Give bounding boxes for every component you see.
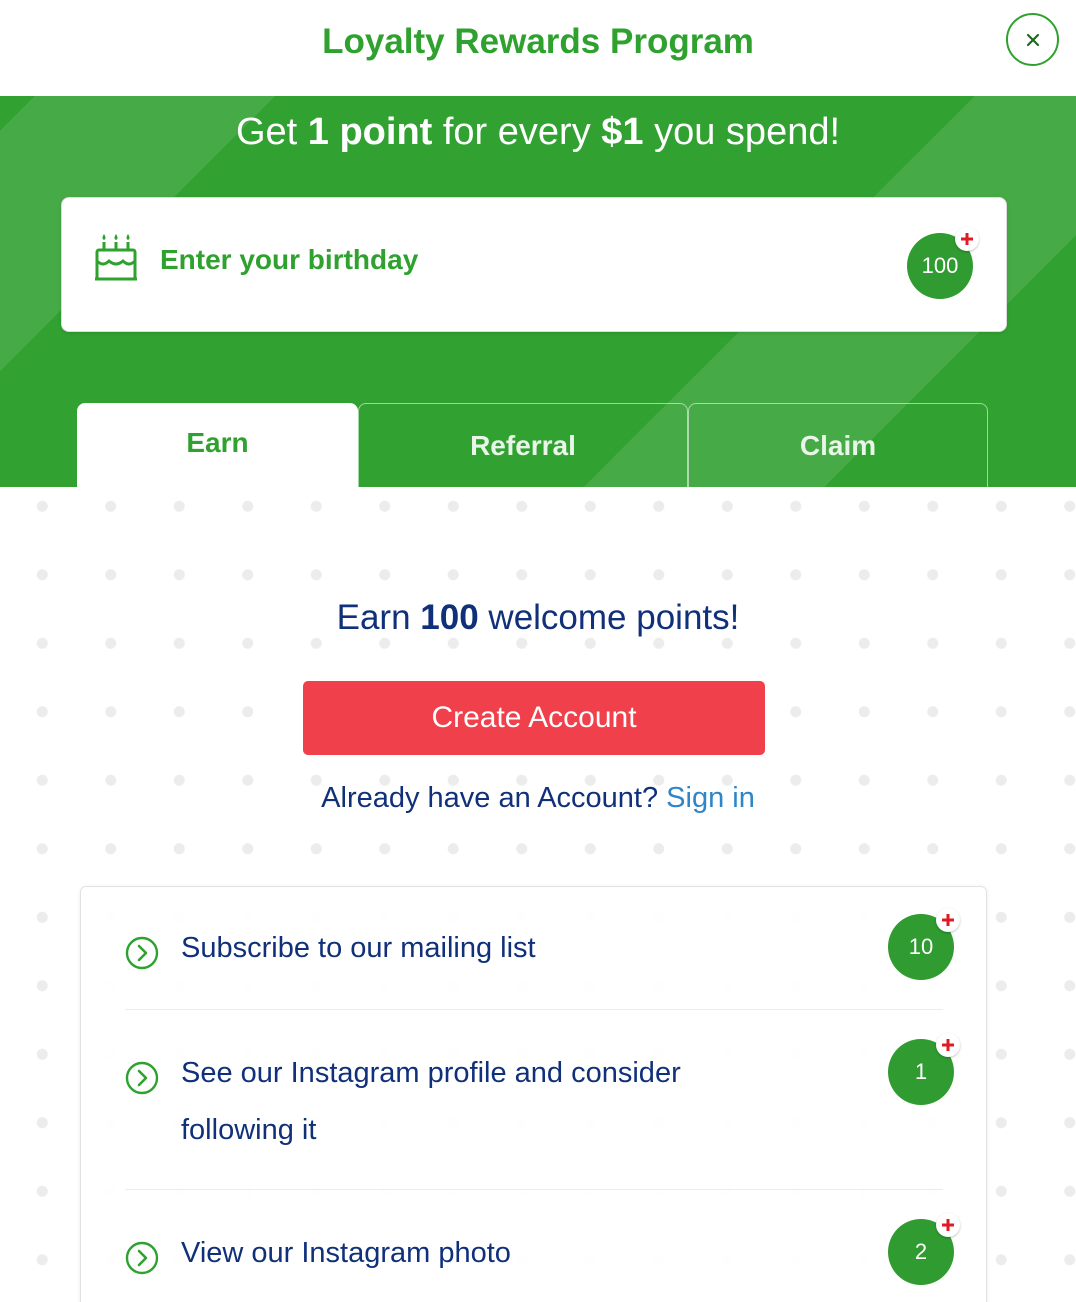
earn-item-label: See our Instagram profile and consider f… (181, 1057, 681, 1146)
headline-suffix: you spend! (643, 111, 841, 153)
headline-prefix: Get (235, 111, 308, 153)
points-value: 2 (914, 1239, 928, 1264)
welcome-suffix: welcome points! (478, 598, 740, 637)
headline-middle: for every (432, 111, 602, 153)
plus-icon (942, 914, 954, 926)
birthday-label: Enter your birthday (160, 244, 419, 275)
points-value: 10 (908, 934, 934, 959)
points-badge: 2 (888, 1213, 960, 1285)
plus-badge (936, 908, 960, 932)
list-divider (125, 1189, 943, 1190)
points-badge: 1 (888, 1033, 960, 1105)
earn-item-instagram-photo[interactable]: View our Instagram photo 2 (125, 1213, 960, 1291)
banner-headline: Get 1 point for every $1 you spend! (0, 110, 1076, 154)
points-badge: 10 (888, 908, 960, 980)
welcome-points: 100 (420, 598, 479, 637)
plus-icon (961, 233, 973, 245)
earn-item-label: Subscribe to our mailing list (181, 932, 536, 964)
tab-label: Claim (799, 429, 877, 461)
tab-label: Earn (186, 427, 249, 458)
tab-earn[interactable]: Earn (77, 403, 358, 487)
create-account-button[interactable]: Create Account (303, 681, 765, 755)
page-title: Loyalty Rewards Program (322, 22, 754, 61)
points-value: 1 (914, 1059, 928, 1084)
signin-row: Already have an Account? Sign in (0, 780, 1076, 816)
welcome-prefix: Earn (336, 598, 421, 637)
birthday-cake-icon (95, 234, 137, 281)
close-button[interactable] (1006, 13, 1059, 66)
plus-badge (936, 1213, 960, 1237)
rewards-page: Loyalty Rewards Program Get 1 point for … (0, 0, 1076, 1302)
points-banner: Get 1 point for every $1 you spend! Ente… (0, 96, 1076, 487)
plus-badge (955, 227, 979, 251)
chevron-circle-icon (125, 1061, 159, 1095)
plus-icon (942, 1039, 954, 1051)
chevron-circle-icon (125, 936, 159, 970)
earn-item-subscribe[interactable]: Subscribe to our mailing list 10 (125, 908, 960, 986)
plus-icon (942, 1219, 954, 1231)
earn-list: Subscribe to our mailing list 10 See our… (80, 886, 987, 1302)
headline-points: 1 point (307, 111, 433, 153)
points-badge: 100 (907, 227, 979, 299)
tab-label: Referral (470, 429, 576, 461)
earn-item-label: View our Instagram photo (181, 1237, 511, 1269)
close-icon (1026, 33, 1039, 46)
plus-badge (936, 1033, 960, 1057)
chevron-circle-icon (125, 1241, 159, 1275)
list-divider (125, 1009, 943, 1010)
headline-amount: $1 (601, 111, 644, 153)
points-value: 100 (921, 253, 959, 278)
earn-item-instagram-profile[interactable]: See our Instagram profile and consider f… (125, 1033, 960, 1159)
tab-referral[interactable]: Referral (358, 403, 688, 487)
signin-prompt: Already have an Account? (321, 782, 667, 814)
header: Loyalty Rewards Program (0, 0, 1076, 96)
tab-claim[interactable]: Claim (688, 403, 988, 487)
signin-link[interactable]: Sign in (666, 782, 755, 814)
birthday-card[interactable]: Enter your birthday 100 (61, 197, 1007, 332)
welcome-text: Earn 100 welcome points! (0, 596, 1076, 640)
